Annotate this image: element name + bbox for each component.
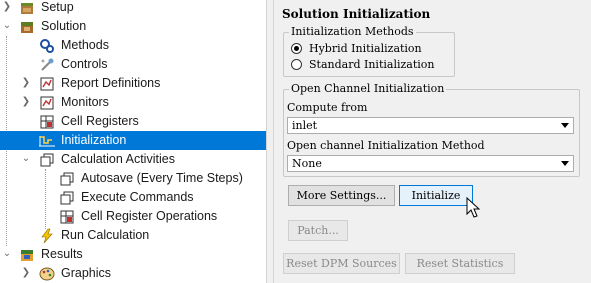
tree-item-solution[interactable]: ⌄ Solution: [0, 17, 266, 36]
tree-item-label: Execute Commands: [81, 190, 194, 204]
cell-register-operations-icon: [59, 209, 75, 225]
compute-from-label: Compute from: [287, 101, 368, 114]
lightning-bolt-icon: [39, 228, 55, 244]
methods-icon: [39, 38, 55, 54]
graphics-palette-icon: [39, 266, 55, 282]
tree-item-label: Controls: [61, 57, 108, 71]
tree-item-monitors[interactable]: ❯ Monitors: [0, 93, 266, 112]
tree-item-label: Graphics: [61, 266, 112, 280]
panel-title: Solution Initialization: [282, 7, 431, 21]
tree-item-autosave[interactable]: Autosave (Every Time Steps): [0, 169, 266, 188]
tree-item-results[interactable]: ⌄ Results: [0, 245, 266, 264]
tree-item-label: Initialization: [61, 133, 127, 147]
initialization-icon: [37, 133, 55, 149]
initialization-methods-group: Initialization Methods Hybrid Initializa…: [283, 25, 455, 77]
radio-label: Hybrid Initialization: [309, 42, 422, 55]
tree-item-label: Results: [41, 247, 83, 261]
tree-item-label: Solution: [41, 19, 87, 33]
tree-item-methods[interactable]: Methods: [0, 36, 266, 55]
tree-item-cell-registers[interactable]: Cell Registers: [0, 112, 266, 131]
collapse-arrow-icon[interactable]: ⌄: [20, 153, 32, 165]
autosave-icon: [59, 171, 75, 187]
tree-item-label: Cell Registers: [61, 114, 139, 128]
tree-item-run-calculation[interactable]: Run Calculation: [0, 226, 266, 245]
dropdown-arrow-icon: [561, 161, 569, 166]
tree-item-label: Report Definitions: [61, 76, 161, 90]
dropdown-arrow-icon: [561, 123, 569, 128]
tree-item-label: Cell Register Operations: [81, 209, 218, 223]
outline-tree: ❯ Setup ⌄ Solution Methods Controls ❯ Re…: [0, 0, 266, 283]
tree-item-initialization[interactable]: Initialization: [0, 131, 266, 150]
open-channel-method-dropdown[interactable]: None: [287, 155, 574, 172]
expand-arrow-icon[interactable]: ❯: [20, 96, 32, 108]
collapse-arrow-icon[interactable]: ⌄: [1, 20, 13, 32]
calculation-activities-icon: [39, 152, 55, 168]
radio-selected-icon: [291, 43, 302, 54]
results-icon: [19, 247, 35, 263]
tree-item-report-definitions[interactable]: ❯ Report Definitions: [0, 74, 266, 93]
compute-from-dropdown[interactable]: inlet: [287, 117, 574, 134]
tree-item-graphics[interactable]: ❯ Graphics: [0, 264, 266, 283]
setup-icon: [19, 0, 35, 16]
tree-item-cell-register-operations[interactable]: Cell Register Operations: [0, 207, 266, 226]
radio-label: Standard Initialization: [309, 58, 435, 71]
pane-splitter[interactable]: [266, 0, 274, 283]
collapse-arrow-icon[interactable]: ⌄: [1, 248, 13, 260]
radio-unselected-icon: [291, 59, 302, 70]
cell-registers-icon: [39, 114, 55, 130]
expand-arrow-icon[interactable]: ❯: [20, 267, 32, 279]
dropdown-value: None: [292, 157, 322, 170]
patch-button[interactable]: Patch...: [288, 220, 348, 241]
group-legend: Open Channel Initialization: [289, 82, 447, 95]
tree-item-label: Setup: [41, 0, 74, 14]
tree-item-label: Calculation Activities: [61, 152, 175, 166]
tree-item-label: Methods: [61, 38, 109, 52]
tree-item-setup[interactable]: ❯ Setup: [0, 0, 266, 17]
tree-item-label: Run Calculation: [61, 228, 150, 242]
dropdown-value: inlet: [292, 119, 318, 132]
more-settings-button[interactable]: More Settings...: [288, 185, 395, 206]
monitors-icon: [39, 95, 55, 111]
execute-commands-icon: [59, 190, 75, 206]
mouse-cursor-icon: [466, 197, 480, 218]
reset-dpm-sources-button[interactable]: Reset DPM Sources: [283, 253, 400, 274]
report-definitions-icon: [39, 76, 55, 92]
reset-statistics-button[interactable]: Reset Statistics: [405, 253, 515, 274]
solution-icon: [19, 19, 35, 35]
tree-item-label: Monitors: [61, 95, 109, 109]
tree-item-calculation-activities[interactable]: ⌄ Calculation Activities: [0, 150, 266, 169]
tree-item-controls[interactable]: Controls: [0, 55, 266, 74]
expand-arrow-icon[interactable]: ❯: [20, 77, 32, 89]
expand-arrow-icon[interactable]: ❯: [1, 1, 13, 13]
initialize-button[interactable]: Initialize: [399, 185, 473, 206]
controls-icon: [39, 57, 55, 73]
group-legend: Initialization Methods: [289, 25, 416, 38]
solution-initialization-panel: Solution Initialization Initialization M…: [274, 0, 591, 283]
tree-item-execute-commands[interactable]: Execute Commands: [0, 188, 266, 207]
open-channel-initialization-group: Open Channel Initialization Compute from…: [283, 82, 580, 177]
open-channel-method-label: Open channel Initialization Method: [287, 139, 485, 152]
tree-item-label: Autosave (Every Time Steps): [81, 171, 243, 185]
